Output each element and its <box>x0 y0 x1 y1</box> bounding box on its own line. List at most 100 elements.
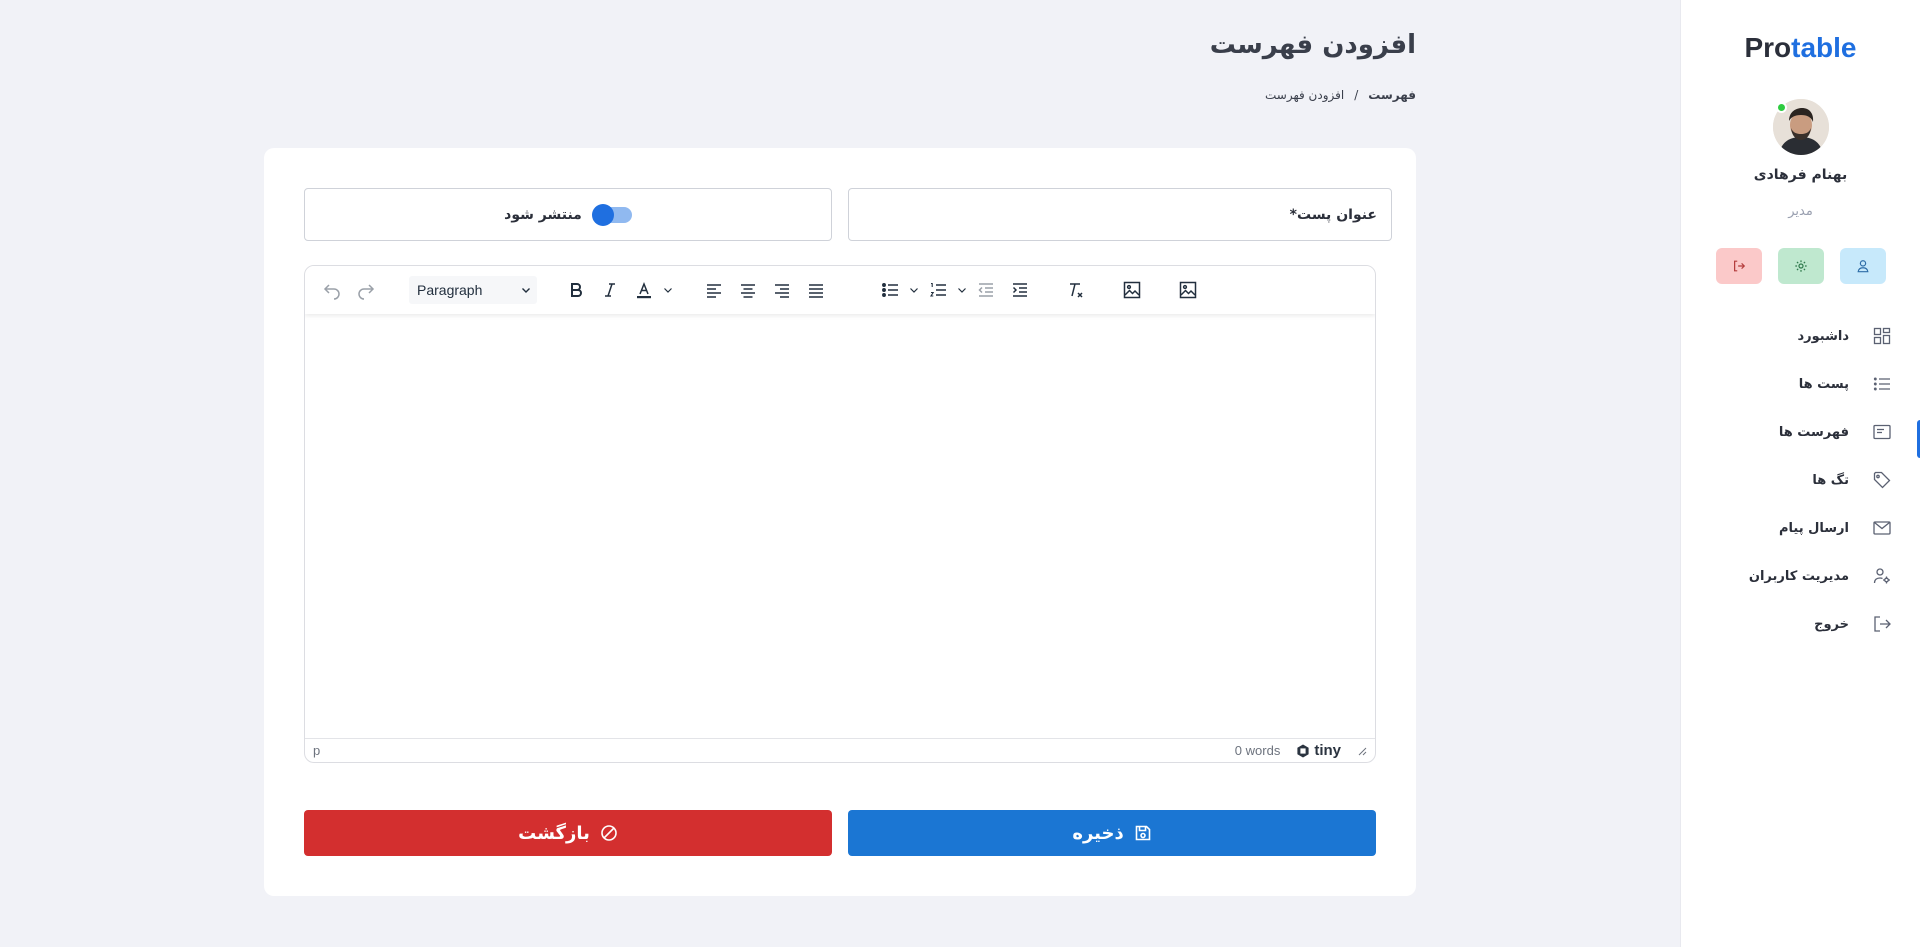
sidebar-item-tags[interactable]: تگ ها <box>1681 456 1920 504</box>
publish-toggle[interactable] <box>591 203 632 226</box>
chevron-down-icon <box>958 288 966 293</box>
align-justify-icon <box>809 284 823 298</box>
user-name: بهنام فرهادی <box>1753 167 1848 183</box>
insert-image-button[interactable] <box>1115 273 1149 307</box>
save-label: ذخیره <box>1072 822 1124 844</box>
rich-text-editor: Paragraph p 0 words tiny <box>304 265 1376 763</box>
breadcrumb-current: افزودن فهرست <box>1265 88 1345 102</box>
mail-icon <box>1871 517 1893 539</box>
logout-icon <box>1871 613 1893 635</box>
back-button[interactable]: بازگشت <box>304 810 832 856</box>
align-left-button[interactable] <box>697 273 731 307</box>
resize-handle-icon[interactable] <box>1357 746 1367 756</box>
sidebar-item-dashboard[interactable]: داشبورد <box>1681 312 1920 360</box>
quick-logout-button[interactable] <box>1716 248 1762 284</box>
italic-button[interactable] <box>593 273 627 307</box>
sidebar-item-label: داشبورد <box>1797 328 1849 344</box>
insert-media-button[interactable] <box>1171 273 1205 307</box>
outdent-button[interactable] <box>969 273 1003 307</box>
sidebar-item-label: تگ ها <box>1812 472 1849 488</box>
image-icon <box>1179 281 1197 299</box>
user-settings-icon <box>1871 565 1893 587</box>
undo-icon <box>323 284 340 300</box>
clear-formatting-button[interactable] <box>1059 273 1093 307</box>
sidebar-item-posts[interactable]: پست ها <box>1681 360 1920 408</box>
numbered-list-dropdown[interactable] <box>955 273 969 307</box>
chevron-down-icon <box>522 288 530 293</box>
block-format-select[interactable]: Paragraph <box>409 276 537 304</box>
align-center-icon <box>741 284 755 298</box>
chevron-down-icon <box>910 288 918 293</box>
block-format-value: Paragraph <box>417 282 483 298</box>
gear-icon <box>1795 260 1807 272</box>
align-justify-button[interactable] <box>799 273 833 307</box>
save-icon <box>1135 825 1151 841</box>
chevron-down-icon <box>664 288 672 293</box>
catalog-icon <box>1871 421 1893 443</box>
sidebar-item-label: فهرست ها <box>1778 424 1849 440</box>
user-role: مدیر <box>1788 204 1813 219</box>
redo-button[interactable] <box>349 273 383 307</box>
bold-button[interactable] <box>559 273 593 307</box>
indent-button[interactable] <box>1003 273 1037 307</box>
sidebar-item-user-management[interactable]: مدیریت کاربران <box>1681 552 1920 600</box>
breadcrumb-link-catalog[interactable]: فهرست <box>1368 88 1416 102</box>
online-status-dot <box>1776 102 1787 113</box>
publish-label: منتشر شود <box>504 206 582 223</box>
sidebar-item-send-message[interactable]: ارسال پیام <box>1681 504 1920 552</box>
tag-icon <box>1871 469 1893 491</box>
undo-button[interactable] <box>315 273 349 307</box>
back-label: بازگشت <box>518 822 590 844</box>
sidebar-item-catalogs[interactable]: فهرست ها <box>1681 408 1920 458</box>
align-left-icon <box>707 284 721 298</box>
editor-toolbar: Paragraph <box>305 266 1375 314</box>
clear-formatting-icon <box>1070 283 1083 298</box>
bullet-list-icon <box>882 283 898 297</box>
tiny-logo-icon <box>1297 744 1309 757</box>
bullet-list-button[interactable] <box>873 273 907 307</box>
toggle-knob <box>591 203 614 226</box>
editor-statusbar: p 0 words tiny <box>305 738 1375 762</box>
word-count[interactable]: 0 words <box>1235 743 1281 758</box>
editor-content-area[interactable] <box>305 314 1375 738</box>
sidebar-item-logout[interactable]: خروج <box>1681 600 1920 648</box>
tiny-brand-link[interactable]: tiny <box>1296 742 1341 759</box>
list-icon <box>1871 373 1893 395</box>
profile-button[interactable] <box>1840 248 1886 284</box>
text-color-button[interactable] <box>627 273 661 307</box>
sidebar-item-label: ارسال پیام <box>1778 520 1849 536</box>
sidebar: Protable بهنام فرهادی مدیر داشبورد پست ه… <box>1680 0 1920 947</box>
numbered-list-button[interactable] <box>921 273 955 307</box>
settings-button[interactable] <box>1778 248 1824 284</box>
align-right-button[interactable] <box>765 273 799 307</box>
indent-icon <box>1012 283 1027 297</box>
breadcrumb: فهرست / افزودن فهرست <box>1265 88 1416 102</box>
bullet-list-dropdown[interactable] <box>907 273 921 307</box>
sidebar-item-label: خروج <box>1814 616 1849 632</box>
page-title: افزودن فهرست <box>1209 30 1416 60</box>
redo-icon <box>358 284 375 300</box>
element-path[interactable]: p <box>313 743 320 758</box>
user-icon <box>1857 260 1869 273</box>
bold-icon <box>571 283 582 297</box>
numbered-list-icon <box>930 282 946 297</box>
breadcrumb-separator: / <box>1354 88 1359 102</box>
text-color-dropdown[interactable] <box>661 273 675 307</box>
sidebar-nav: داشبورد پست ها فهرست ها تگ ها ارسال پیام <box>1681 312 1920 648</box>
save-button[interactable]: ذخیره <box>848 810 1376 856</box>
text-color-icon <box>637 281 651 299</box>
post-title-input[interactable] <box>849 189 1391 240</box>
cancel-icon <box>601 825 617 841</box>
align-right-icon <box>775 284 789 298</box>
sidebar-item-label: مدیریت کاربران <box>1748 568 1849 584</box>
post-title-field[interactable] <box>848 188 1392 241</box>
image-icon <box>1123 281 1141 299</box>
app-logo[interactable]: Protable <box>1681 32 1920 64</box>
dashboard-icon <box>1871 325 1893 347</box>
form-card: منتشر شود Paragraph <box>264 148 1416 896</box>
outdent-icon <box>978 283 993 297</box>
tiny-brand-label: tiny <box>1314 742 1341 759</box>
publish-field: منتشر شود <box>304 188 832 241</box>
italic-icon <box>605 283 615 297</box>
align-center-button[interactable] <box>731 273 765 307</box>
